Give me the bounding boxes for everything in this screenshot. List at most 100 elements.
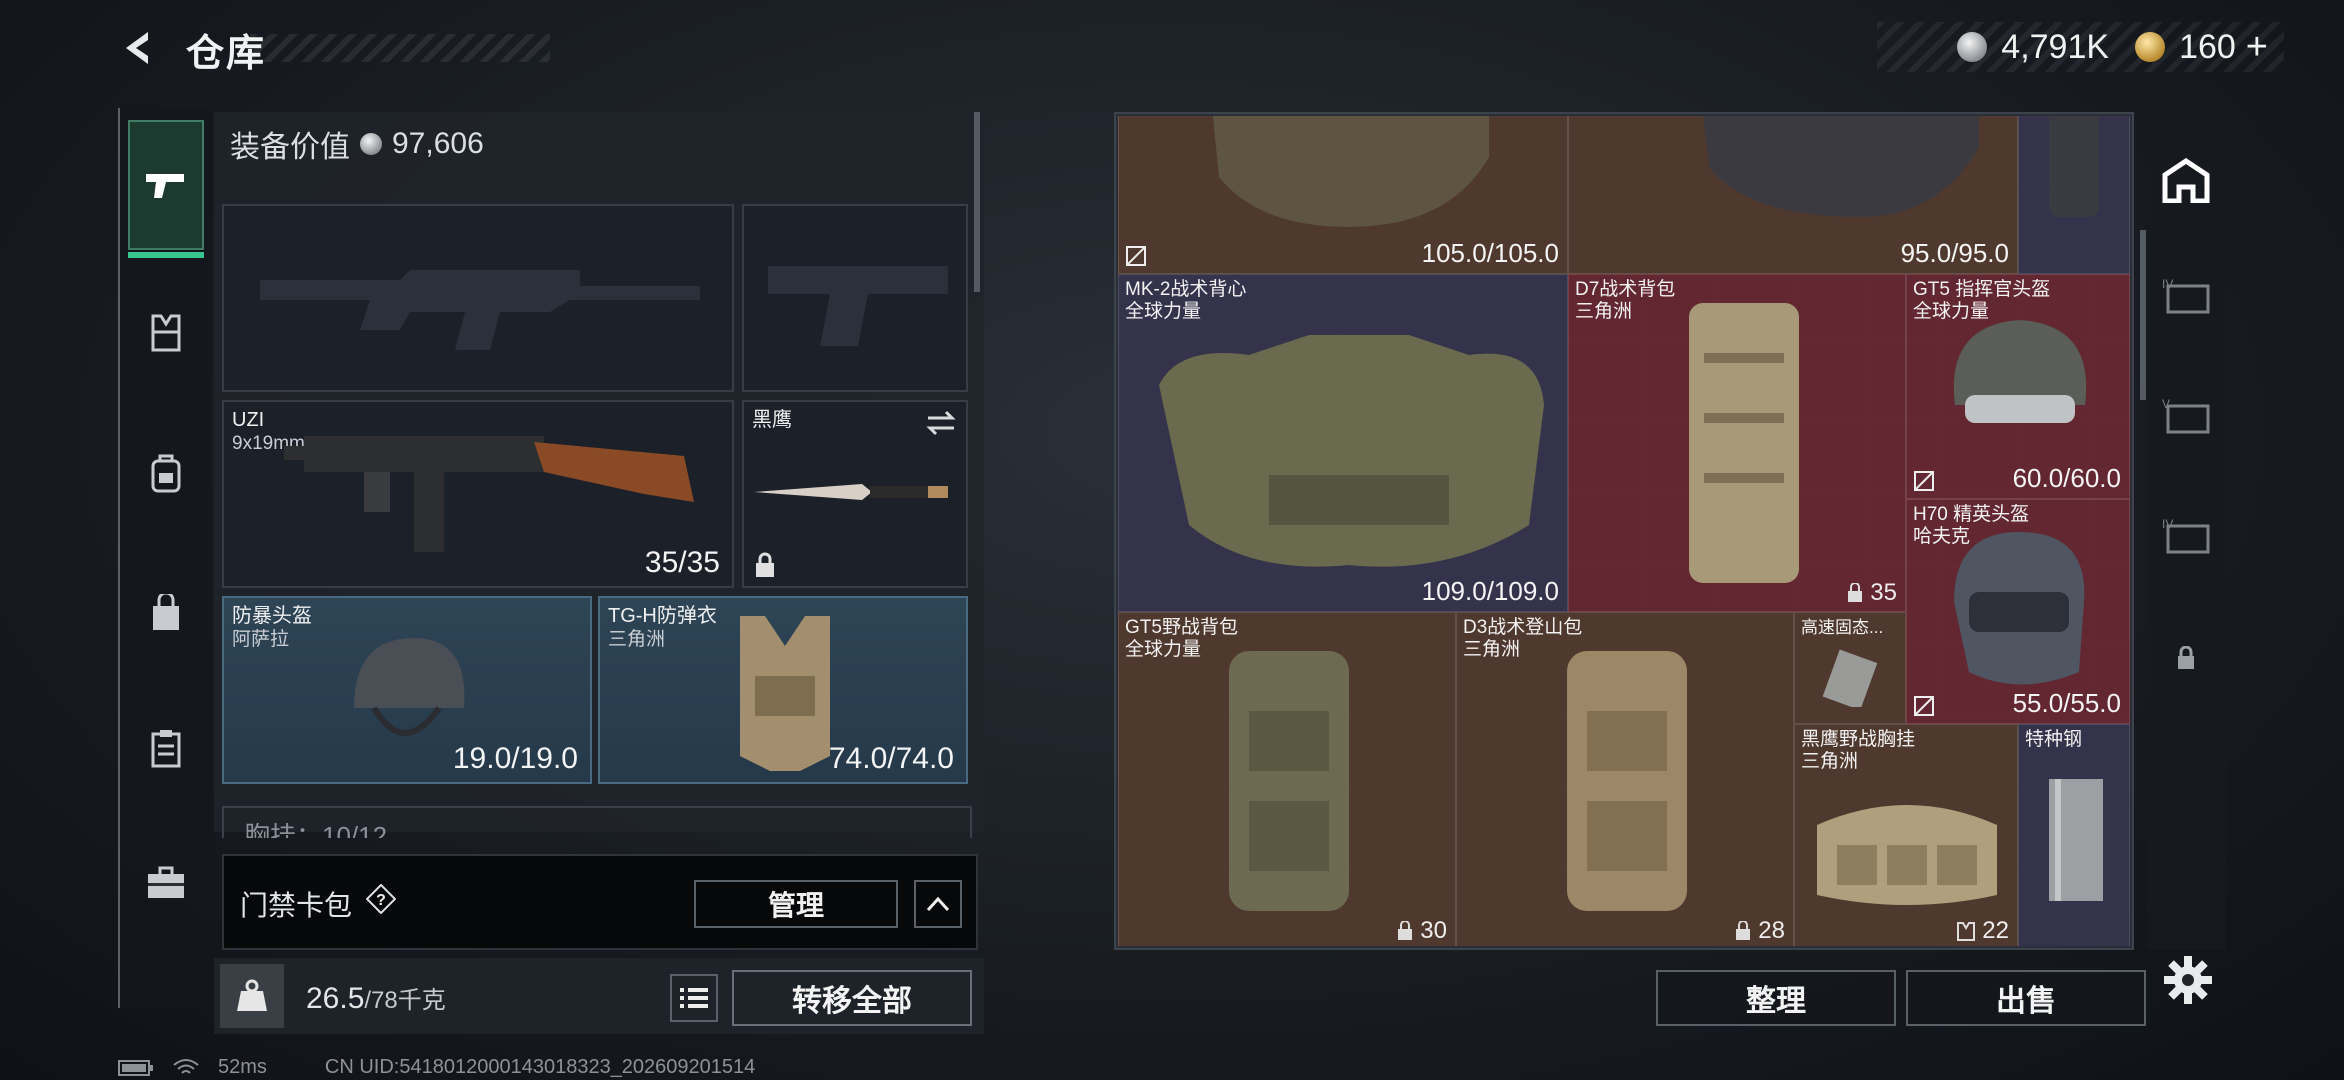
back-button[interactable] xyxy=(116,24,164,72)
list-view-button[interactable] xyxy=(670,974,718,1022)
melee-slot[interactable]: 黑鹰 xyxy=(742,400,968,588)
helmet-origin: 阿萨拉 xyxy=(232,629,290,650)
tab-bag[interactable] xyxy=(128,548,204,678)
chest-rig-row[interactable]: 胸挂：10/12 xyxy=(222,806,972,838)
empty-secondary-slot[interactable] xyxy=(742,204,968,392)
grenade-item-icon xyxy=(2049,116,2099,217)
transfer-all-button[interactable]: 转移全部 xyxy=(732,970,972,1026)
locked-page-button[interactable] xyxy=(2156,628,2216,688)
tab-weapons[interactable] xyxy=(128,120,204,258)
backpack-item-icon xyxy=(1567,651,1687,911)
capacity-icon xyxy=(1848,583,1863,602)
knife-icon xyxy=(754,484,948,500)
storage-page-2-button[interactable]: IV xyxy=(2156,266,2216,326)
grid-item-mk2-vest[interactable]: MK-2战术背心 全球力量 109.0/109.0 xyxy=(1118,274,1568,612)
item-name: MK-2战术背心 xyxy=(1125,279,1247,300)
silver-coin-icon xyxy=(360,133,382,155)
item-capacity: 35 xyxy=(1870,579,1897,606)
empty-primary-slot[interactable] xyxy=(222,204,734,392)
weight-icon xyxy=(237,979,267,1011)
grid-item-chest-rig[interactable]: 黑鹰野战胸挂 三角洲 22 xyxy=(1794,724,2018,946)
tab-case[interactable] xyxy=(128,818,204,948)
helmet-icon xyxy=(354,638,465,736)
item-name: 高速固态... xyxy=(1801,618,1884,637)
storage-page-4-button[interactable]: IV xyxy=(2156,506,2216,566)
melee-name: 黑鹰 xyxy=(752,409,792,431)
svg-text:IV: IV xyxy=(2162,277,2173,291)
sort-button[interactable]: 整理 xyxy=(1656,970,1896,1026)
weight-max: /78千克 xyxy=(364,987,446,1014)
uid-text: CN UID:5418012000143018323_202609201514 xyxy=(324,1056,756,1078)
ssd-item-icon xyxy=(1822,649,1878,707)
armor-item-icon xyxy=(1212,116,1489,227)
loadout-scrollbar[interactable] xyxy=(974,112,980,292)
helmet-name: 防暴头盔 xyxy=(232,605,312,627)
tab-backpack[interactable] xyxy=(128,408,204,538)
gold-currency-value: 160 xyxy=(2179,27,2236,66)
sell-button[interactable]: 出售 xyxy=(1906,970,2146,1026)
silver-coin-icon xyxy=(1957,32,1988,62)
grid-item-armor-top[interactable]: 105.0/105.0 xyxy=(1118,116,1568,274)
capacity-icon xyxy=(1736,921,1751,940)
bag-icon xyxy=(153,594,179,630)
svg-text:IV: IV xyxy=(2162,517,2173,531)
vest-icon xyxy=(151,314,181,352)
currency-bar: 4,791K 160 + xyxy=(1877,22,2284,72)
grid-item-d7-backpack[interactable]: D7战术背包 三角洲 35 xyxy=(1568,274,1906,612)
clipboard-icon xyxy=(151,730,181,768)
backpack-item-icon xyxy=(1229,651,1349,911)
expand-button[interactable] xyxy=(914,880,962,928)
grid-item-ssd[interactable]: 高速固态... xyxy=(1794,612,1906,724)
equipment-value: 装备价值 97,606 xyxy=(230,122,484,166)
storage-grid: 105.0/105.0 95.0/95.0 MK-2战术背心 全球力量 109.… xyxy=(1118,116,2130,946)
item-name: D7战术背包 xyxy=(1575,279,1676,300)
help-button[interactable]: ? xyxy=(365,883,397,915)
helmet-durability: 19.0/19.0 xyxy=(452,742,578,775)
grid-item-h70-helmet[interactable]: H70 精英头盔 哈夫克 55.0/55.0 xyxy=(1906,499,2130,724)
item-name: GT5 指挥官头盔 xyxy=(1913,279,2051,300)
helmet-slot[interactable]: 防暴头盔 阿萨拉 19.0/19.0 xyxy=(222,596,592,784)
equipment-value-label: 装备价值 xyxy=(230,131,350,164)
grid-item-vest-top[interactable]: 95.0/95.0 xyxy=(1568,116,2018,274)
rifle-silhouette-icon xyxy=(260,270,700,350)
storage-crate-icon: IV xyxy=(2162,277,2210,314)
steel-item-icon xyxy=(2049,779,2103,901)
item-durability: 60.0/60.0 xyxy=(2012,463,2121,493)
swap-icon[interactable] xyxy=(926,410,956,436)
storage-home-icon xyxy=(2162,157,2210,203)
backpack-icon xyxy=(151,454,181,493)
primary-weapon-slot[interactable]: UZI 9x19mm 35/35 xyxy=(222,400,734,588)
chevron-up-icon xyxy=(926,896,950,912)
helmet-item-icon xyxy=(1954,532,2085,685)
grid-item-special-steel[interactable]: 特种钢 xyxy=(2018,724,2130,946)
no-repair-icon xyxy=(1914,471,1934,491)
storage-page-3-button[interactable]: V xyxy=(2156,386,2216,446)
grid-item-top-small[interactable] xyxy=(2018,116,2130,274)
settings-button[interactable] xyxy=(2160,952,2216,1008)
briefcase-icon xyxy=(148,866,184,898)
add-currency-button[interactable]: + xyxy=(2246,26,2268,69)
help-icon: ? xyxy=(365,883,397,915)
tab-clipboard[interactable] xyxy=(128,683,204,813)
no-repair-icon xyxy=(1126,246,1146,266)
tab-armor[interactable] xyxy=(128,268,204,398)
title-decoration xyxy=(250,34,550,62)
storage-home-button[interactable] xyxy=(2156,150,2216,210)
item-durability: 55.0/55.0 xyxy=(2012,688,2121,718)
ammo-count: 35/35 xyxy=(644,546,720,579)
armor-slot[interactable]: TG-H防弹衣 三角洲 74.0/74.0 xyxy=(598,596,968,784)
grid-item-gt5-helmet[interactable]: GT5 指挥官头盔 全球力量 60.0/60.0 xyxy=(1906,274,2130,499)
grid-item-gt5-backpack[interactable]: GT5野战背包 全球力量 30 xyxy=(1118,612,1456,946)
armor-origin: 三角洲 xyxy=(608,629,666,650)
vest-capacity-icon xyxy=(1957,922,1976,941)
weight-icon-box xyxy=(220,964,284,1028)
item-capacity: 30 xyxy=(1420,917,1447,944)
lock-icon xyxy=(756,552,774,577)
ping-value: 52ms xyxy=(218,1056,267,1078)
manage-button[interactable]: 管理 xyxy=(694,880,898,928)
no-repair-icon xyxy=(1914,696,1934,716)
back-arrow-icon xyxy=(126,32,148,64)
svg-text:?: ? xyxy=(376,892,386,909)
grid-item-d3-backpack[interactable]: D3战术登山包 三角洲 28 xyxy=(1456,612,1794,946)
vest-item-icon xyxy=(1703,116,1979,217)
